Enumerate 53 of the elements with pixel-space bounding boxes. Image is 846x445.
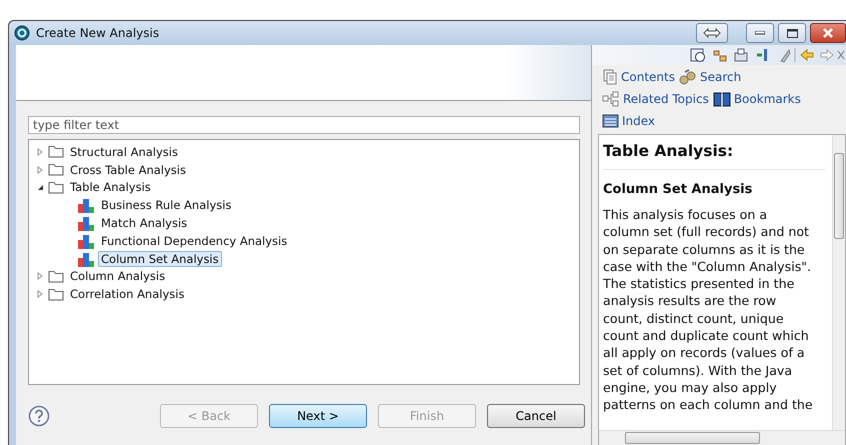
swap-button[interactable] (696, 23, 728, 43)
app-logo-icon (14, 25, 30, 41)
hierarchy-icon (602, 90, 620, 106)
close-button[interactable] (810, 23, 846, 43)
close-icon (823, 28, 833, 38)
bar-chart-icon (77, 250, 95, 267)
collapsed-arrow-icon[interactable] (37, 290, 43, 298)
expanded-arrow-icon[interactable] (36, 184, 44, 191)
bar-chart-icon (77, 232, 95, 249)
maximize-icon (786, 28, 798, 38)
filter-field[interactable]: type filter text (28, 116, 580, 134)
maximize-button[interactable] (778, 23, 806, 43)
tree-item[interactable]: Table Analysis (67, 179, 154, 196)
tree-item[interactable]: Correlation Analysis (67, 286, 188, 302)
help-text: This analysis focuses on a column set (full records) and not on separate columns as it is the case with the "Column Analysis". The statistics presented in the analysis results are the row count, distinct count, unique count and duplicate count which all apply on records (values of a set of columns). With the Java engine, you may also apply patterns on each column and the (603, 206, 814, 414)
folder-icon (48, 180, 64, 194)
help-link[interactable]: Contents (602, 68, 675, 84)
minimize-button[interactable] (746, 23, 774, 43)
tree-item[interactable]: Cross Table Analysis (67, 162, 189, 178)
book-icon (712, 90, 731, 106)
help-link[interactable]: Related Topics (602, 90, 709, 106)
bar-chart-icon (77, 197, 95, 214)
help-icon[interactable] (28, 404, 50, 426)
wizard-button[interactable]: Cancel (487, 404, 585, 428)
help-subheading: Column Set Analysis (603, 182, 754, 197)
tree-item[interactable]: Match Analysis (98, 215, 190, 232)
vertical-scrollbar[interactable] (832, 135, 845, 430)
folder-icon (48, 145, 64, 158)
folder-icon (48, 163, 64, 176)
help-link[interactable]: Index (602, 113, 656, 128)
minimize-icon (755, 31, 765, 35)
tree-item[interactable]: Column Set Analysis (98, 250, 222, 267)
binoculars-icon (678, 68, 697, 84)
tree-item[interactable]: Functional Dependency Analysis (98, 232, 290, 249)
tree-item[interactable]: Column Analysis (67, 268, 168, 284)
tree-item[interactable]: Business Rule Analysis (98, 197, 234, 214)
bar-chart-icon (77, 215, 95, 232)
collapsed-arrow-icon[interactable] (37, 148, 43, 156)
help-heading: Table Analysis: (603, 142, 826, 170)
pages-icon (602, 68, 618, 84)
double-arrow-icon (703, 28, 721, 38)
help-link[interactable]: Bookmarks (712, 90, 801, 106)
folder-icon (48, 270, 64, 283)
collapsed-arrow-icon[interactable] (37, 166, 43, 174)
help-link[interactable]: Search (678, 68, 742, 84)
toolbar-icons-drawing[interactable] (690, 47, 846, 63)
collapsed-arrow-icon[interactable] (37, 272, 43, 280)
tree-item[interactable]: Structural Analysis (67, 144, 181, 160)
horizontal-scrollbar[interactable] (599, 430, 845, 445)
folder-icon (48, 288, 64, 301)
index-icon (602, 113, 619, 128)
window-title: Create New Analysis (36, 26, 160, 40)
wizard-button[interactable]: Next > (269, 404, 367, 428)
